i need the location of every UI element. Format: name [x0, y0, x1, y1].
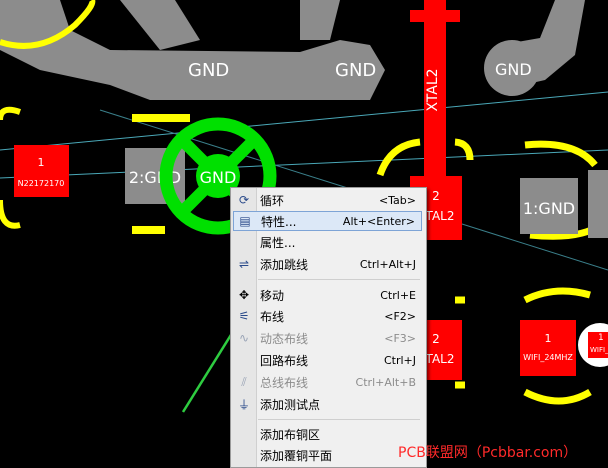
pad-label: 1:GND — [523, 199, 575, 218]
menu-item-dynamic-route: ∿ 动态布线 <F3> — [233, 328, 422, 348]
cycle-icon: ⟳ — [238, 193, 250, 207]
pad-edge — [588, 170, 608, 238]
menu-item-cycle[interactable]: ⟳ 循环 <Tab> — [233, 190, 422, 210]
menu-item-label: 属性... — [260, 235, 296, 250]
route-icon: ⚟ — [238, 309, 250, 323]
pad-label: 2:GND — [129, 168, 181, 187]
menu-item-shortcut: Alt+<Enter> — [342, 214, 415, 228]
menu-item-label: 添加测试点 — [260, 397, 321, 412]
menu-item-label: 移动 — [260, 288, 285, 303]
silk-arc — [0, 106, 21, 121]
menu-item-label: 特性... — [261, 214, 297, 229]
menu-separator — [258, 419, 420, 420]
gnd-label: GND — [335, 60, 376, 81]
menu-item-shortcut: Ctrl+E — [380, 288, 416, 302]
menu-item-label: 循环 — [260, 193, 285, 208]
menu-item-label: 回路布线 — [260, 353, 309, 368]
pad-n22172170[interactable] — [14, 145, 69, 197]
pad-net: WIFI_ — [590, 346, 608, 354]
properties-icon: ▤ — [239, 214, 251, 228]
pad-wifi-24mhz[interactable] — [520, 320, 576, 376]
copper-trace — [120, 0, 200, 50]
copper-trace — [300, 0, 340, 40]
test-point-icon: ⏚ — [237, 397, 250, 412]
menu-item-label: 添加跳线 — [260, 257, 309, 272]
menu-item-attributes[interactable]: 属性... — [233, 232, 422, 252]
dynamic-route-icon: ∿ — [238, 331, 250, 345]
pad-label: GND — [200, 168, 237, 187]
pad-number: 2 — [432, 189, 440, 203]
menu-item-properties[interactable]: ▤ 特性... Alt+<Enter> — [233, 211, 422, 231]
menu-item-loop-route[interactable]: 回路布线 Ctrl+J — [233, 350, 422, 370]
pad-net: WIFI_24MHZ — [523, 353, 573, 362]
pad-net: N22172170 — [18, 179, 65, 188]
menu-item-route[interactable]: ⚟ 布线 <F2> — [233, 306, 422, 326]
menu-item-label: 添加覆铜平面 — [260, 448, 333, 463]
menu-item-add-jumper[interactable]: ⇌ 添加跳线 Ctrl+Alt+J — [233, 254, 422, 274]
pad-number: 1 — [598, 333, 604, 343]
menu-item-shortcut: <F3> — [384, 331, 416, 345]
silk-arc — [523, 287, 591, 304]
pad-number: 1 — [38, 156, 45, 169]
menu-item-shortcut: Ctrl+Alt+J — [359, 257, 416, 271]
gnd-label: GND — [188, 60, 229, 81]
menu-item-add-copper-pour[interactable]: 添加覆铜平面 — [233, 445, 422, 465]
xtal2-trace-cap — [410, 10, 460, 22]
ratsnest-line — [0, 91, 608, 151]
bus-route-icon: ⫽ — [241, 374, 247, 389]
add-jumper-icon: ⇌ — [238, 257, 250, 271]
pad-number: 2 — [432, 332, 440, 346]
menu-item-add-copper-area[interactable]: 添加布铜区 — [233, 424, 422, 444]
menu-item-move[interactable]: ✥ 移动 Ctrl+E — [233, 285, 422, 305]
menu-item-add-test-point[interactable]: ⏚ 添加测试点 — [233, 394, 422, 414]
xtal2-label: XTAL2 — [425, 68, 441, 111]
menu-item-shortcut: <Tab> — [378, 193, 416, 207]
gnd-label: GND — [495, 60, 532, 79]
silk-arc — [0, 199, 21, 229]
menu-item-label: 添加布铜区 — [260, 427, 321, 442]
silk-arc — [524, 140, 598, 168]
menu-item-label: 总线布线 — [260, 375, 309, 390]
menu-separator — [258, 279, 420, 280]
pad-number: 1 — [545, 332, 552, 345]
menu-item-bus-route: ⫽ 总线布线 Ctrl+Alt+B — [233, 372, 422, 392]
menu-item-shortcut: Ctrl+Alt+B — [355, 375, 416, 389]
silk-arc — [523, 388, 592, 405]
menu-item-label: 布线 — [260, 309, 285, 324]
watermark: PCB联盟网（Pcbbar.com） — [398, 445, 578, 461]
menu-item-shortcut: <F2> — [384, 309, 416, 323]
menu-item-shortcut: Ctrl+J — [383, 353, 416, 367]
move-icon: ✥ — [238, 288, 250, 302]
context-menu: ⟳ 循环 <Tab> ▤ 特性... Alt+<Enter> 属性... ⇌ 添… — [230, 187, 427, 468]
menu-item-label: 动态布线 — [260, 331, 309, 346]
